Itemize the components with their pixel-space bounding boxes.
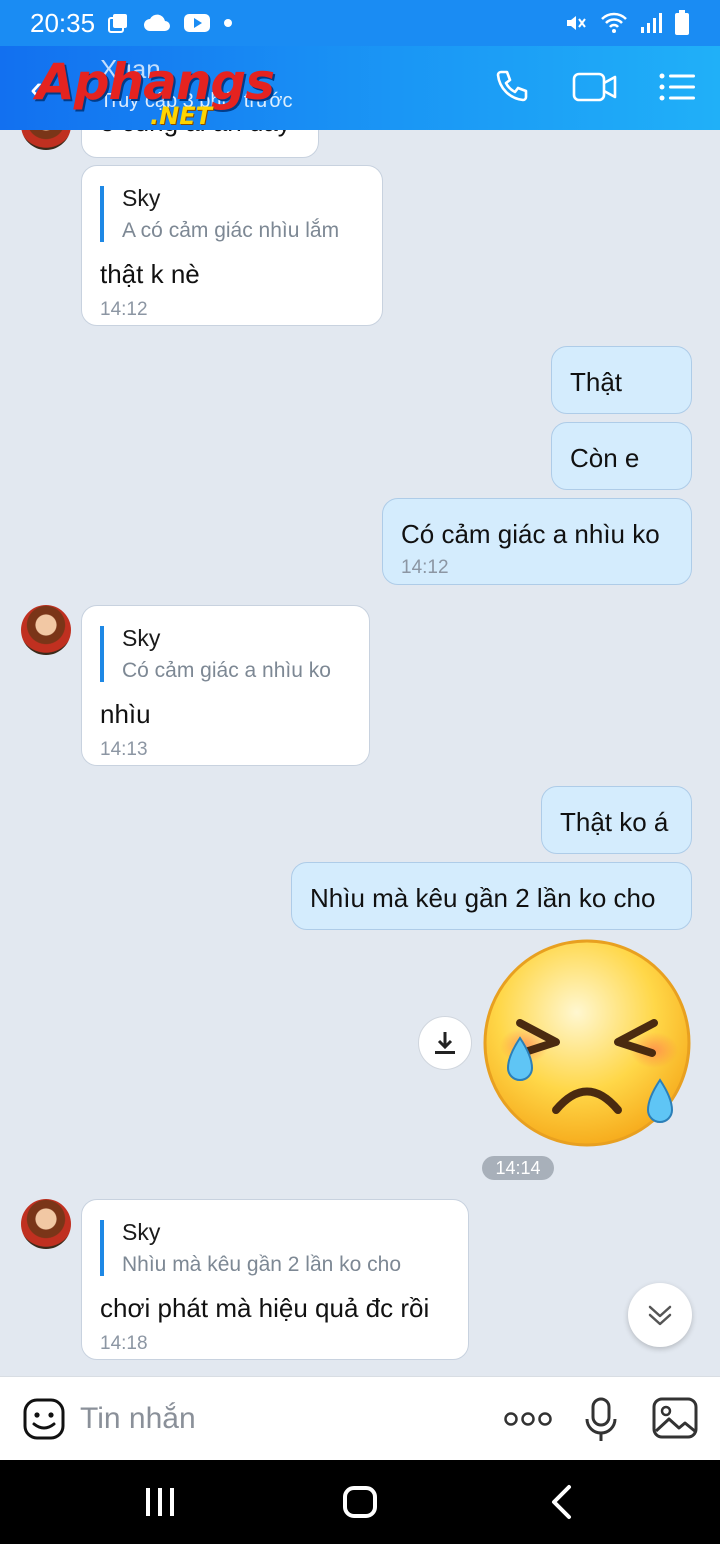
message-bubble[interactable]: Sky Có cảm giác a nhìu ko nhìu 14:13: [81, 605, 370, 766]
message-text: nhìu: [100, 699, 151, 729]
reply-quote[interactable]: Sky A có cảm giác nhìu lắm: [100, 186, 339, 242]
mute-icon: [567, 16, 586, 30]
microphone-icon[interactable]: [584, 1397, 618, 1443]
battery-icon: [675, 10, 689, 35]
message-time: 14:12: [100, 299, 148, 320]
scroll-to-bottom-button[interactable]: [628, 1283, 692, 1347]
avatar[interactable]: [21, 605, 71, 655]
more-icon[interactable]: [504, 1411, 552, 1427]
avatar[interactable]: [21, 130, 71, 150]
download-button[interactable]: [418, 1016, 472, 1070]
message-input[interactable]: [80, 1395, 480, 1443]
message-text: chơi phát mà hiệu quả đc rồi: [100, 1293, 430, 1323]
signal-icon: [641, 13, 662, 33]
quote-text: Nhìu mà kêu gần 2 lần ko cho: [122, 1253, 402, 1276]
message-bubble[interactable]: Thật ko á: [541, 786, 692, 854]
video-call-icon[interactable]: [572, 68, 618, 106]
message-bubble[interactable]: e cũng ai ăn đây: [81, 130, 319, 158]
menu-icon[interactable]: [658, 68, 698, 106]
quote-author: Sky: [122, 185, 161, 211]
message-time: 14:14: [482, 1156, 554, 1180]
system-nav-bar: [0, 1460, 720, 1544]
emoji-icon[interactable]: [22, 1397, 66, 1441]
avatar[interactable]: [21, 1199, 71, 1249]
message-bubble[interactable]: Còn e: [551, 422, 692, 490]
home-icon[interactable]: [342, 1482, 378, 1522]
message-text: Thật: [570, 367, 623, 397]
message-bubble[interactable]: Nhìu mà kêu gần 2 lần ko cho: [291, 862, 692, 930]
phone-icon[interactable]: [492, 68, 530, 106]
message-time: 14:18: [100, 1333, 148, 1354]
image-icon[interactable]: [652, 1397, 698, 1439]
back-icon[interactable]: [548, 1482, 574, 1522]
youtube-icon: [184, 14, 211, 32]
status-time: 20:35: [30, 7, 96, 38]
message-bubble[interactable]: Sky A có cảm giác nhìu lắm thật k nè 14:…: [81, 165, 383, 326]
message-text: Nhìu mà kêu gần 2 lần ko cho: [310, 883, 656, 913]
wifi-icon: [601, 12, 627, 33]
message-bubble[interactable]: Sky Nhìu mà kêu gần 2 lần ko cho chơi ph…: [81, 1199, 469, 1360]
message-text: e cũng ai ăn đây: [100, 130, 291, 138]
reply-quote[interactable]: Sky Có cảm giác a nhìu ko: [100, 626, 331, 682]
reply-quote[interactable]: Sky Nhìu mà kêu gần 2 lần ko cho: [100, 1220, 401, 1276]
dot-icon: [224, 19, 233, 27]
message-bubble[interactable]: Thật: [551, 346, 692, 414]
quote-text: A có cảm giác nhìu lắm: [122, 219, 340, 242]
message-text: thật k nè: [100, 259, 200, 289]
message-list[interactable]: e cũng ai ăn đây Sky A có cảm giác nhìu …: [0, 130, 720, 1376]
quote-author: Sky: [122, 625, 161, 651]
message-composer: [0, 1376, 720, 1460]
message-bubble[interactable]: Có cảm giác a nhìu ko 14:12: [382, 498, 692, 585]
cloud-icon: [144, 14, 171, 31]
message-time: 14:12: [401, 557, 449, 578]
chat-header: ‹ Xuan Truy cập 3 phút trước Aphangs .NE…: [0, 46, 720, 130]
crying-angry-emoji-sticker[interactable]: [482, 938, 692, 1148]
message-text: Còn e: [570, 443, 640, 473]
download-icon: [435, 1032, 455, 1054]
message-text: Có cảm giác a nhìu ko: [401, 519, 660, 549]
message-text: Thật ko á: [560, 807, 669, 837]
watermark-domain: .NET: [150, 102, 212, 130]
message-time: 14:13: [100, 739, 148, 760]
recent-apps-icon[interactable]: [144, 1482, 176, 1522]
copy-notification-icon: [108, 14, 128, 33]
quote-author: Sky: [122, 1219, 161, 1245]
double-chevron-down-icon: [648, 1305, 672, 1326]
quote-text: Có cảm giác a nhìu ko: [122, 659, 331, 682]
status-bar: 20:35: [0, 0, 720, 46]
